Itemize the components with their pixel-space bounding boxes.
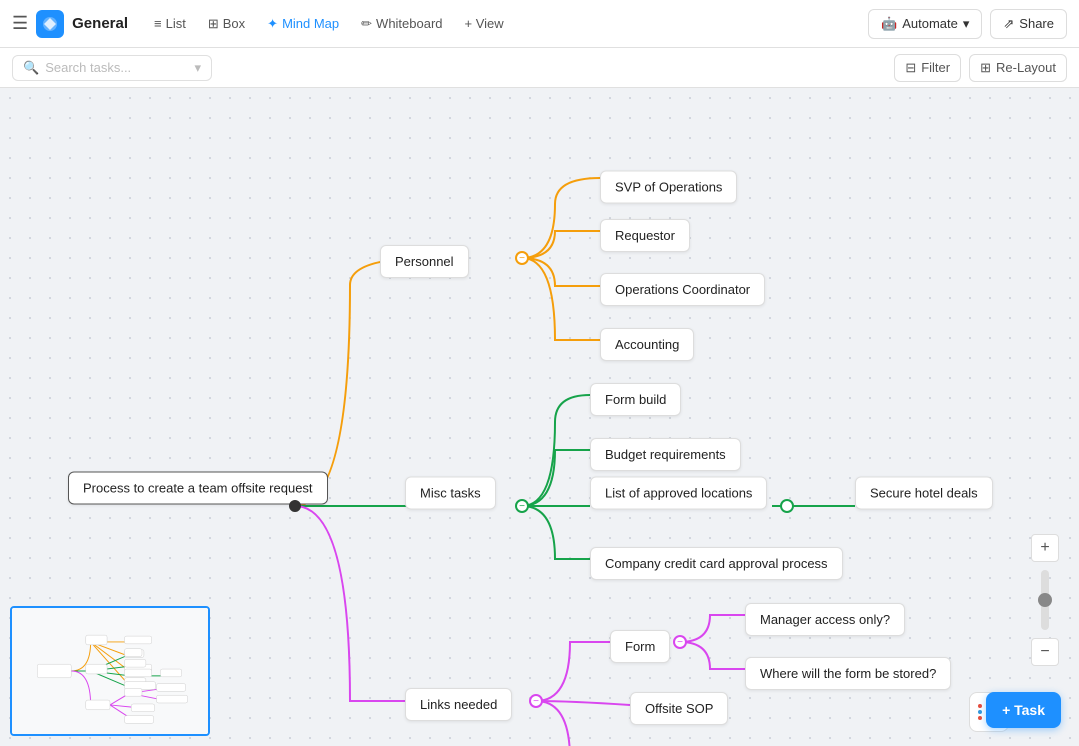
automate-icon: 🤖 <box>881 16 897 32</box>
zoom-handle[interactable] <box>1038 593 1052 607</box>
filter-icon: ⊟ <box>905 60 916 76</box>
root-node[interactable]: Process to create a team offsite request <box>68 472 328 505</box>
tab-add-view[interactable]: + View <box>455 11 514 36</box>
links-connector[interactable]: − <box>529 694 543 708</box>
add-task-button[interactable]: + Task <box>986 692 1061 728</box>
zoom-controls: + − <box>1031 534 1059 666</box>
links-needed-node[interactable]: Links needed <box>405 688 512 721</box>
form-connector[interactable]: − <box>673 635 687 649</box>
ops-coordinator-node[interactable]: Operations Coordinator <box>600 273 765 306</box>
search-bar[interactable]: 🔍 Search tasks... ▾ <box>12 55 212 81</box>
cc-approval-node[interactable]: Company credit card approval process <box>590 547 843 580</box>
form-node[interactable]: Form <box>610 630 670 663</box>
root-connector <box>289 500 301 512</box>
workspace-title: General <box>72 15 128 32</box>
box-icon: ⊞ <box>208 16 219 32</box>
share-icon: ⇗ <box>1003 16 1014 32</box>
personnel-node[interactable]: Personnel <box>380 245 469 278</box>
zoom-out-button[interactable]: − <box>1031 638 1059 666</box>
filter-button[interactable]: ⊟ Filter <box>894 54 961 82</box>
search-chevron-icon: ▾ <box>194 60 201 76</box>
tab-mindmap[interactable]: ✦ Mind Map <box>257 11 349 37</box>
form-build-node[interactable]: Form build <box>590 383 681 416</box>
search-placeholder: Search tasks... <box>45 60 131 75</box>
manager-access-node[interactable]: Manager access only? <box>745 603 905 636</box>
header-actions: 🤖 Automate ▾ ⇗ Share <box>868 9 1067 39</box>
search-icon: 🔍 <box>23 60 39 76</box>
list-icon: ≡ <box>154 16 162 31</box>
view-tabs: ≡ List ⊞ Box ✦ Mind Map ✏ Whiteboard + V… <box>144 11 514 37</box>
mindmap-canvas[interactable]: Process to create a team offsite request… <box>0 88 1079 746</box>
automate-button[interactable]: 🤖 Automate ▾ <box>868 9 982 39</box>
mindmap-icon: ✦ <box>267 16 278 32</box>
misc-tasks-node[interactable]: Misc tasks <box>405 477 496 510</box>
hotel-deals-node[interactable]: Secure hotel deals <box>855 477 993 510</box>
misc-connector[interactable]: − <box>515 499 529 513</box>
zoom-slider[interactable] <box>1041 570 1049 630</box>
share-button[interactable]: ⇗ Share <box>990 9 1067 39</box>
zoom-in-button[interactable]: + <box>1031 534 1059 562</box>
header: ☰ General ≡ List ⊞ Box ✦ Mind Map ✏ Whit… <box>0 0 1079 48</box>
toolbar-right: ⊟ Filter ⊞ Re-Layout <box>894 54 1067 82</box>
app-logo <box>36 10 64 38</box>
grid-dot-4 <box>978 710 982 714</box>
hamburger-icon[interactable]: ☰ <box>12 13 28 34</box>
approved-locations-node[interactable]: List of approved locations <box>590 477 767 510</box>
grid-dot-7 <box>978 716 982 720</box>
personnel-connector[interactable]: − <box>515 251 529 265</box>
svp-node[interactable]: SVP of Operations <box>600 171 737 204</box>
tab-list[interactable]: ≡ List <box>144 11 196 36</box>
form-stored-node[interactable]: Where will the form be stored? <box>745 657 951 690</box>
approved-locations-connector[interactable] <box>780 499 794 513</box>
tab-whiteboard[interactable]: ✏ Whiteboard <box>351 11 452 37</box>
toolbar: 🔍 Search tasks... ▾ ⊟ Filter ⊞ Re-Layout <box>0 48 1079 88</box>
accounting-node[interactable]: Accounting <box>600 328 694 361</box>
grid-dot-1 <box>978 704 982 708</box>
relayout-button[interactable]: ⊞ Re-Layout <box>969 54 1067 82</box>
tab-box[interactable]: ⊞ Box <box>198 11 255 37</box>
automate-chevron-icon: ▾ <box>963 16 970 32</box>
requestor-node[interactable]: Requestor <box>600 219 690 252</box>
minimap-inner <box>12 608 208 734</box>
offsite-sop-node[interactable]: Offsite SOP <box>630 692 728 725</box>
budget-node[interactable]: Budget requirements <box>590 438 741 471</box>
relayout-icon: ⊞ <box>980 60 991 76</box>
whiteboard-icon: ✏ <box>361 16 372 32</box>
minimap <box>10 606 210 736</box>
